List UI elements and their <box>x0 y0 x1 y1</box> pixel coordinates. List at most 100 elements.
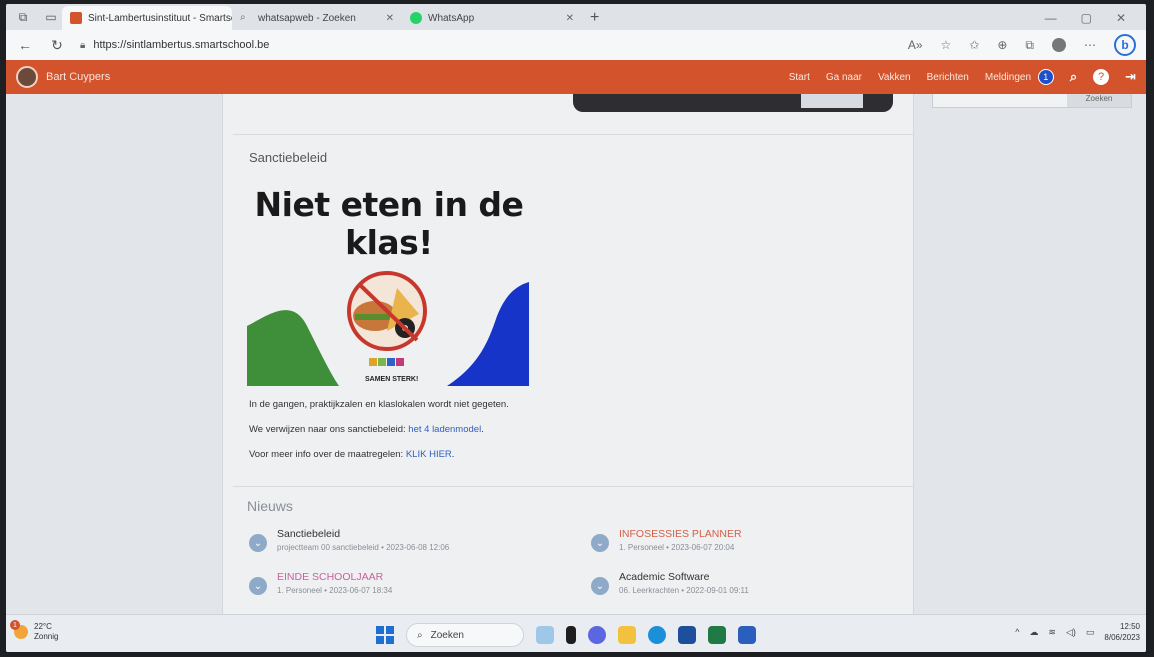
nav-ga-naar[interactable]: Ga naar <box>826 72 862 83</box>
nav-berichten[interactable]: Berichten <box>927 72 969 83</box>
sun-icon: 1 <box>10 620 28 639</box>
taskbar-search[interactable]: ⌕ Zoeken <box>406 623 524 647</box>
close-icon[interactable]: ✕ <box>386 13 394 24</box>
news-item-meta: 1. Personeel • 2023-06-07 20:04 <box>619 543 735 552</box>
weather-condition: Zonnig <box>34 632 59 641</box>
news-item-title: INFOSESSIES PLANNER <box>619 528 742 540</box>
system-tray: ^ ☁ ≋ ◁) ▭ 12:50 8/06/2023 <box>1015 621 1140 643</box>
tab-label: whatsapweb - Zoeken <box>258 12 356 24</box>
taskbar-search-label: Zoeken <box>430 629 464 641</box>
clock-time: 12:50 <box>1119 622 1140 631</box>
klik-hier-link[interactable]: KLIK HIER <box>406 449 452 460</box>
window-controls: — ▢ ✕ <box>1025 6 1146 30</box>
tab-smartschool[interactable]: Sint-Lambertusinstituut - Smartsc ✕ <box>62 6 232 30</box>
widgets-app-icon[interactable] <box>536 626 554 644</box>
poster-tagline: SAMEN STERK! <box>365 376 419 383</box>
more-icon[interactable]: ⋯ <box>1084 38 1096 52</box>
tab-label: Sint-Lambertusinstituut - Smartsc <box>88 12 232 24</box>
bing-icon[interactable]: b <box>1114 34 1136 56</box>
news-heading: Nieuws <box>247 498 293 514</box>
maximize-icon[interactable]: ▢ <box>1081 11 1092 25</box>
user-name[interactable]: Bart Cuypers <box>46 71 110 83</box>
search-input[interactable]: Zoeken <box>932 94 1132 108</box>
whatsapp-favicon-icon <box>410 12 422 24</box>
paragraph-3-text: Voor meer info over de maatregelen: <box>249 449 406 460</box>
cloud-icon[interactable]: ☁ <box>1029 627 1038 638</box>
favorite-star-icon[interactable]: ☆ <box>941 38 952 52</box>
store-app-icon[interactable] <box>678 626 696 644</box>
chevron-down-icon: ⌄ <box>591 577 609 595</box>
news-item[interactable]: ⌄ Sanctiebeleid projectteam 00 sanctiebe… <box>249 528 449 552</box>
edge-browser-icon[interactable] <box>648 626 666 644</box>
tab-search[interactable]: ⌕ whatsapweb - Zoeken ✕ <box>232 6 402 30</box>
help-icon[interactable]: ? <box>1093 69 1110 85</box>
main-column: Sanctiebeleid Niet eten in de klas! SAME… <box>222 94 914 614</box>
browser-tab-strip: ⧉ ▭ Sint-Lambertusinstituut - Smartsc ✕ … <box>6 4 1146 30</box>
smartschool-topbar: Bart Cuypers Start Ga naar Vakken Berich… <box>6 60 1146 94</box>
wifi-icon[interactable]: ≋ <box>1048 627 1056 638</box>
logout-icon[interactable]: ⇥ <box>1125 69 1136 85</box>
address-bar-row: ← ↻ 🔒︎ https://sintlambertus.smartschool… <box>6 30 1146 60</box>
section-title: Sanctiebeleid <box>249 150 328 165</box>
ladenmodel-link[interactable]: het 4 ladenmodel <box>408 424 481 435</box>
browser-toolbar: A» ☆ ✩ ⊕ ⧉ ⋯ b <box>908 34 1136 56</box>
tab-actions-icon[interactable]: ▭ <box>40 6 62 28</box>
poster-headline: Niet eten in de klas! <box>254 185 524 262</box>
news-item-title: Academic Software <box>619 571 710 583</box>
clock[interactable]: 12:50 8/06/2023 <box>1104 621 1140 643</box>
taskbar: 1 22°C Zonnig ⌕ Zoeken ^ ☁ ≋ ◁) ▭ 12:50 … <box>6 614 1146 652</box>
paragraph-3: Voor meer info over de maatregelen: KLIK… <box>249 449 455 460</box>
battery-icon[interactable]: ▭ <box>1086 627 1095 638</box>
chevron-down-icon: ⌄ <box>249 577 267 595</box>
news-item[interactable]: ⌄ Academic Software 06. Leerkrachten • 2… <box>591 571 749 595</box>
excel-app-icon[interactable] <box>708 626 726 644</box>
search-button[interactable]: Zoeken <box>1067 94 1131 107</box>
clock-date: 8/06/2023 <box>1104 633 1140 642</box>
notification-badge: 1 <box>1037 69 1054 85</box>
search-icon[interactable]: ⌕ <box>1070 69 1077 85</box>
laptop-image <box>573 94 893 112</box>
news-item[interactable]: ⌄ INFOSESSIES PLANNER 1. Personeel • 202… <box>591 528 742 552</box>
volume-icon[interactable]: ◁) <box>1066 627 1076 638</box>
profile-icon[interactable] <box>1052 38 1066 52</box>
close-window-icon[interactable]: ✕ <box>1116 11 1126 25</box>
file-explorer-icon[interactable] <box>618 626 636 644</box>
chevron-up-icon[interactable]: ^ <box>1015 627 1019 637</box>
avatar[interactable] <box>16 66 38 88</box>
divider <box>233 486 913 487</box>
refresh-icon[interactable]: ↻ <box>48 37 66 54</box>
task-view-icon[interactable] <box>566 626 576 644</box>
favorites-icon[interactable]: ✩ <box>969 38 979 52</box>
windows-start-icon[interactable] <box>376 626 394 644</box>
divider <box>233 134 913 135</box>
paragraph-1: In de gangen, praktijkzalen en klaslokal… <box>249 399 509 410</box>
new-tab-button[interactable]: + <box>582 6 607 30</box>
nav-meldingen[interactable]: Meldingen 1 <box>985 69 1054 85</box>
weather-widget[interactable]: 1 22°C Zonnig <box>10 620 59 642</box>
chevron-down-icon: ⌄ <box>249 534 267 552</box>
smartschool-nav: Start Ga naar Vakken Berichten Meldingen… <box>789 69 1136 85</box>
workspaces-icon[interactable]: ⧉ <box>12 6 34 28</box>
nav-vakken[interactable]: Vakken <box>878 72 911 83</box>
close-icon[interactable]: ✕ <box>566 13 574 24</box>
search-icon: ⌕ <box>417 629 423 641</box>
news-item-meta: 06. Leerkrachten • 2022-09-01 09:11 <box>619 586 749 595</box>
tab-whatsapp[interactable]: WhatsApp ✕ <box>402 6 582 30</box>
minimize-icon[interactable]: — <box>1045 11 1057 25</box>
news-item-meta: 1. Personeel • 2023-06-07 18:34 <box>277 586 393 595</box>
collections-icon[interactable]: ⧉ <box>1025 38 1034 53</box>
paragraph-2: We verwijzen naar ons sanctiebeleid: het… <box>249 424 484 435</box>
url-field[interactable]: 🔒︎ https://sintlambertus.smartschool.be <box>80 39 894 51</box>
nav-start[interactable]: Start <box>789 72 810 83</box>
smartschool-favicon-icon <box>70 12 82 24</box>
weather-badge: 1 <box>10 620 20 630</box>
word-app-icon[interactable] <box>738 626 756 644</box>
back-icon[interactable]: ← <box>16 37 34 53</box>
news-item[interactable]: ⌄ EINDE SCHOOLJAAR 1. Personeel • 2023-0… <box>249 571 392 595</box>
chat-app-icon[interactable] <box>588 626 606 644</box>
temperature: 22°C <box>34 622 52 631</box>
extensions-icon[interactable]: ⊕ <box>997 38 1007 52</box>
read-aloud-icon[interactable]: A» <box>908 38 923 52</box>
news-item-title: Sanctiebeleid <box>277 528 341 540</box>
search-icon: ⌕ <box>240 12 246 23</box>
